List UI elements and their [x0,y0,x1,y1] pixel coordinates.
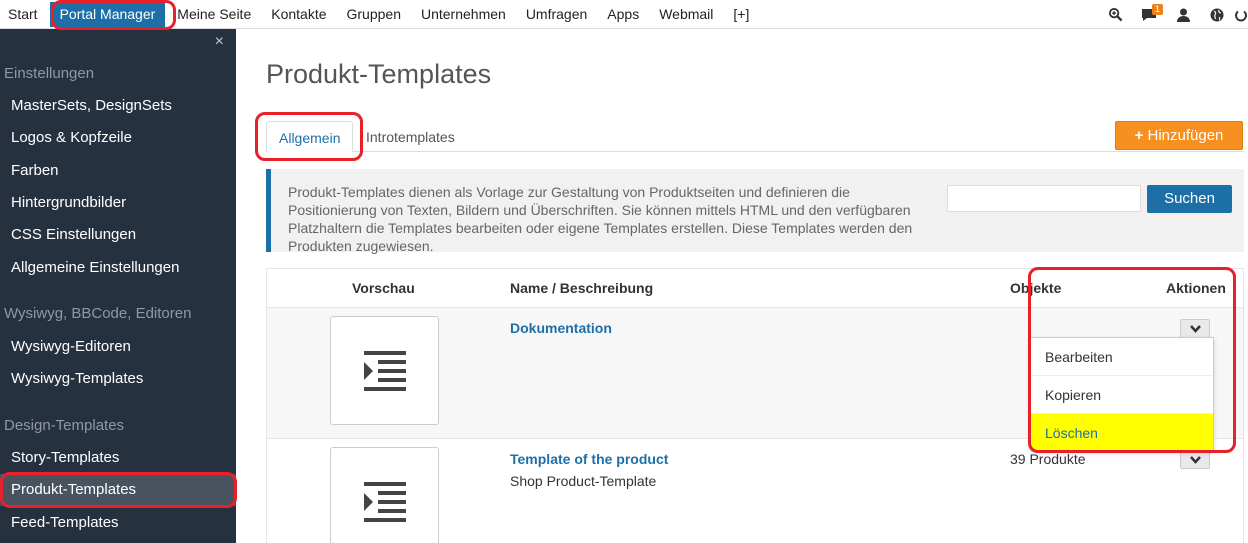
actions-dropdown-button[interactable] [1180,450,1210,469]
power-icon[interactable] [1234,0,1248,29]
template-name[interactable]: Template of the product [510,451,668,467]
section-design: Design-Templates [4,417,125,434]
sidebar-item-story-templates[interactable]: Story-Templates [0,442,236,474]
chevron-down-icon [1189,455,1201,464]
template-count: 39 Produkte [1010,451,1086,467]
header-aktionen: Aktionen [1166,280,1226,296]
add-button-label: Hinzufügen [1147,127,1224,144]
tab-introtemplates[interactable]: Introtemplates [354,121,467,152]
actions-menu: Bearbeiten Kopieren Löschen [1030,337,1214,452]
table-row: Template of the product Shop Product-Tem… [267,438,1243,543]
nav-apps[interactable]: Apps [597,0,649,29]
add-button[interactable]: + Hinzufügen [1115,121,1243,150]
nav-meine-seite[interactable]: Meine Seite [167,0,261,29]
search-button[interactable]: Suchen [1147,185,1232,213]
notification-badge: 1 [1152,4,1164,15]
info-box: Produkt-Templates dienen als Vorlage zur… [266,169,1244,254]
actions-dropdown-button[interactable] [1180,319,1210,338]
nav-unternehmen[interactable]: Unternehmen [411,0,516,29]
sidebar-item-produkt-templates[interactable]: Produkt-Templates [0,474,236,506]
indent-icon [363,350,406,391]
nav-webmail[interactable]: Webmail [649,0,723,29]
chevron-down-icon [1189,324,1201,333]
nav-portal-manager[interactable]: Portal Manager [49,1,166,27]
header-name: Name / Beschreibung [510,280,654,296]
plus-icon: + [1134,127,1144,144]
sidebar-item-allgemeine[interactable]: Allgemeine Einstellungen [0,252,236,284]
menu-item-bearbeiten[interactable]: Bearbeiten [1031,338,1213,376]
chat-icon[interactable]: 1 [1132,0,1166,29]
nav-icons: 1 [1098,0,1248,29]
section-wysiwyg: Wysiwyg, BBCode, Editoren [4,305,192,322]
nav-umfragen[interactable]: Umfragen [516,0,597,29]
nav-gruppen[interactable]: Gruppen [337,0,411,29]
user-icon[interactable] [1166,0,1200,29]
page-title: Produkt-Templates [266,59,492,89]
menu-item-loeschen[interactable]: Löschen [1031,414,1213,452]
header-vorschau: Vorschau [352,280,415,296]
section-einstellungen: Einstellungen [4,65,95,82]
template-preview[interactable] [330,447,439,543]
main-content: Produkt-Templates Allgemein Introtemplat… [236,29,1248,543]
sidebar-item-css[interactable]: CSS Einstellungen [0,219,236,251]
sidebar-item-logos[interactable]: Logos & Kopfzeile [0,122,236,154]
menu-item-kopieren[interactable]: Kopieren [1031,376,1213,414]
indent-icon [363,482,406,522]
sidebar-item-farben[interactable]: Farben [0,155,236,187]
tab-allgemein[interactable]: Allgemein [266,121,354,152]
sidebar: × Einstellungen MasterSets, DesignSets L… [0,29,236,543]
template-description: Shop Product-Template [510,473,657,489]
header-objekte: Objekte [1010,280,1062,296]
search-input[interactable] [947,185,1141,212]
nav-start[interactable]: Start [0,0,48,29]
top-navbar: Start Portal Manager Meine Seite Kontakt… [0,0,1248,29]
tab-bar: Allgemein Introtemplates [266,121,1244,152]
zoom-icon[interactable] [1098,0,1132,29]
sidebar-item-hintergrundbilder[interactable]: Hintergrundbilder [0,187,236,219]
close-icon[interactable]: × [215,33,224,51]
globe-icon[interactable] [1200,0,1234,29]
sidebar-item-mastersets[interactable]: MasterSets, DesignSets [0,90,236,122]
nav-kontakte[interactable]: Kontakte [261,0,336,29]
sidebar-item-wysiwyg-editoren[interactable]: Wysiwyg-Editoren [0,331,236,363]
sidebar-item-wysiwyg-templates[interactable]: Wysiwyg-Templates [0,363,236,395]
nav-add[interactable]: [+] [723,0,759,29]
info-text: Produkt-Templates dienen als Vorlage zur… [288,184,913,254]
template-preview[interactable] [330,316,439,425]
sidebar-item-feed-templates[interactable]: Feed-Templates [0,507,236,539]
template-name[interactable]: Dokumentation [510,320,612,336]
